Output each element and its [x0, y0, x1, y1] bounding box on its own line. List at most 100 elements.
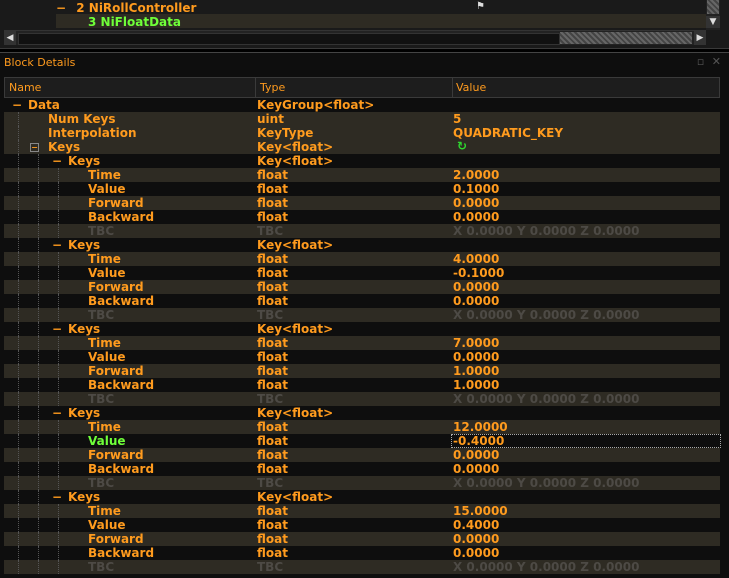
table-row[interactable]: Value float -0.1000 — [4, 266, 720, 280]
row-value[interactable]: 0.0000 — [453, 280, 499, 294]
row-name: Value — [88, 266, 126, 280]
table-row[interactable]: TBC TBC X 0.0000 Y 0.0000 Z 0.0000 — [4, 224, 720, 238]
table-row[interactable]: Time float 2.0000 — [4, 168, 720, 182]
row-value[interactable]: 1.0000 — [453, 378, 499, 392]
scroll-left-icon[interactable]: ◀ — [4, 31, 16, 45]
table-row[interactable]: − Keys Key<float> — [4, 154, 720, 168]
row-value[interactable]: 0.0000 — [453, 210, 499, 224]
collapse-icon[interactable]: − — [52, 322, 62, 336]
float-icon[interactable]: ▫ — [697, 55, 704, 68]
table-row[interactable]: − Data KeyGroup<float> — [4, 98, 720, 112]
vertical-scrollbar[interactable]: ▼ — [706, 0, 720, 30]
table-row[interactable]: − Keys Key<float> — [4, 238, 720, 252]
row-value[interactable]: 1.0000 — [453, 364, 499, 378]
row-value[interactable]: X 0.0000 Y 0.0000 Z 0.0000 — [453, 392, 639, 406]
table-row[interactable]: Time float 7.0000 — [4, 336, 720, 350]
table-row[interactable]: Interpolation KeyType QUADRATIC_KEY — [4, 126, 720, 140]
tree-guide-line — [38, 518, 40, 532]
close-icon[interactable]: ✕ — [712, 55, 721, 68]
table-row[interactable]: Value float 0.1000 — [4, 182, 720, 196]
collapse-icon[interactable]: − — [56, 1, 66, 15]
row-value[interactable]: 0.0000 — [453, 196, 499, 210]
row-type: TBC — [257, 224, 284, 238]
table-row[interactable]: Forward float 0.0000 — [4, 448, 720, 462]
column-header-value[interactable]: Value — [452, 78, 721, 97]
row-name: Forward — [88, 196, 144, 210]
row-value[interactable]: X 0.0000 Y 0.0000 Z 0.0000 — [453, 476, 639, 490]
row-value[interactable]: 7.0000 — [453, 336, 499, 350]
value-edit-box[interactable] — [451, 434, 721, 448]
table-row[interactable]: Num Keys uint 5 — [4, 112, 720, 126]
scroll-track[interactable] — [18, 33, 560, 45]
tree-guide-line — [18, 182, 20, 196]
table-row[interactable]: Value float 0.4000 — [4, 518, 720, 532]
table-row[interactable]: Backward float 0.0000 — [4, 546, 720, 560]
row-type: float — [257, 434, 288, 448]
collapse-icon[interactable]: − — [52, 406, 62, 420]
table-row[interactable]: Forward float 1.0000 — [4, 364, 720, 378]
table-row[interactable]: Backward float 0.0000 — [4, 294, 720, 308]
tree-item-nifloat-data[interactable]: 3 NiFloatData — [88, 15, 181, 29]
row-value[interactable]: X 0.0000 Y 0.0000 Z 0.0000 — [453, 560, 639, 574]
row-type: float — [257, 294, 288, 308]
collapse-icon[interactable]: − — [52, 154, 62, 168]
row-value[interactable]: -0.1000 — [453, 266, 504, 280]
row-type: KeyType — [257, 126, 314, 140]
table-row[interactable]: TBC TBC X 0.0000 Y 0.0000 Z 0.0000 — [4, 392, 720, 406]
row-value[interactable]: 0.1000 — [453, 182, 499, 196]
table-row[interactable]: Forward float 0.0000 — [4, 196, 720, 210]
table-row[interactable]: TBC TBC X 0.0000 Y 0.0000 Z 0.0000 — [4, 476, 720, 490]
table-row[interactable]: Time float 15.0000 — [4, 504, 720, 518]
row-value[interactable]: 2.0000 — [453, 168, 499, 182]
expander[interactable]: − — [30, 140, 42, 154]
tree-guide-line — [18, 546, 20, 560]
table-row[interactable]: − Keys Key<float> — [4, 490, 720, 504]
table-row[interactable]: − Keys Key<float> — [4, 322, 720, 336]
tree-item-niroll-controller[interactable]: − 2 NiRollController — [56, 1, 196, 15]
table-row[interactable]: − Keys Key<float> — [4, 406, 720, 420]
scroll-down-icon[interactable]: ▼ — [706, 16, 720, 28]
collapse-box-icon[interactable]: − — [30, 143, 39, 152]
row-value[interactable]: 15.0000 — [453, 504, 508, 518]
table-row[interactable]: − Keys Key<float> ↻ — [4, 139, 720, 154]
scroll-right-icon[interactable]: ▶ — [694, 31, 706, 45]
table-row[interactable]: Backward float 0.0000 — [4, 462, 720, 476]
tree-guide-line — [38, 420, 40, 434]
refresh-icon[interactable]: ↻ — [457, 139, 467, 153]
row-value[interactable]: 5 — [453, 112, 461, 126]
collapse-icon[interactable]: − — [52, 238, 62, 252]
table-row[interactable]: Forward float 0.0000 — [4, 532, 720, 546]
scroll-thumb[interactable] — [707, 0, 719, 14]
column-header-name[interactable]: Name — [5, 78, 256, 97]
row-value[interactable]: X 0.0000 Y 0.0000 Z 0.0000 — [453, 308, 639, 322]
table-row[interactable]: TBC TBC X 0.0000 Y 0.0000 Z 0.0000 — [4, 560, 720, 574]
row-name: Value — [88, 350, 126, 364]
table-row[interactable]: Time float 4.0000 — [4, 252, 720, 266]
row-value[interactable]: 4.0000 — [453, 252, 499, 266]
table-row[interactable]: Value float 0.0000 — [4, 350, 720, 364]
table-row[interactable]: Time float 12.0000 — [4, 420, 720, 434]
table-row[interactable]: Forward float 0.0000 — [4, 280, 720, 294]
table-row[interactable]: Value float -0.4000 — [4, 434, 721, 448]
row-name: TBC — [88, 308, 115, 322]
row-value[interactable]: 12.0000 — [453, 420, 508, 434]
row-value[interactable]: 0.0000 — [453, 462, 499, 476]
column-header-type[interactable]: Type — [256, 78, 453, 97]
table-row[interactable]: Backward float 1.0000 — [4, 378, 720, 392]
row-value[interactable]: 0.0000 — [453, 546, 499, 560]
row-value[interactable]: 0.4000 — [453, 518, 499, 532]
scroll-thumb[interactable] — [560, 32, 692, 44]
row-type: float — [257, 210, 288, 224]
row-value[interactable]: QUADRATIC_KEY — [453, 126, 563, 140]
row-value[interactable]: 0.0000 — [453, 350, 499, 364]
row-value[interactable]: 0.0000 — [453, 532, 499, 546]
table-row[interactable]: TBC TBC X 0.0000 Y 0.0000 Z 0.0000 — [4, 308, 720, 322]
tree-guide-line — [38, 364, 40, 378]
row-value[interactable]: 0.0000 — [453, 294, 499, 308]
collapse-icon[interactable]: − — [52, 490, 62, 504]
row-value[interactable]: X 0.0000 Y 0.0000 Z 0.0000 — [453, 224, 639, 238]
horizontal-scrollbar[interactable]: ◀ ▶ — [4, 30, 706, 45]
table-row[interactable]: Backward float 0.0000 — [4, 210, 720, 224]
row-value[interactable]: 0.0000 — [453, 448, 499, 462]
collapse-icon[interactable]: − — [12, 98, 22, 112]
